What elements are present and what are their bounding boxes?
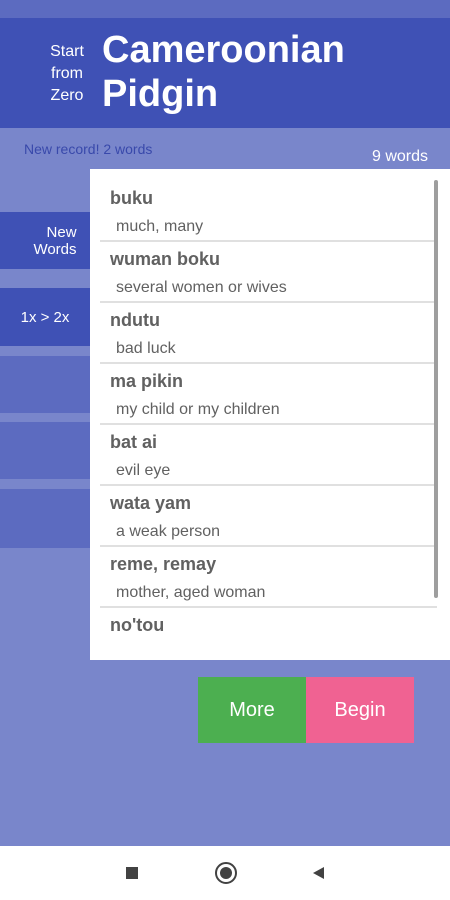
record-text: New record! 2 words [24, 141, 153, 157]
word-definition: evil eye [116, 462, 171, 479]
menu-label: Words [33, 240, 77, 258]
title-line: Cameroonian [102, 29, 345, 71]
triangle-back-icon [313, 867, 324, 879]
status-bar [0, 0, 450, 18]
more-button[interactable]: More [198, 677, 306, 743]
menu-label: New [46, 223, 77, 241]
list-item[interactable]: ndutu bad luck [100, 302, 437, 364]
navigation-bar [0, 846, 450, 900]
list-scrollbar[interactable] [434, 180, 438, 598]
menu-empty-slot[interactable] [0, 489, 90, 548]
subtitle-line: from [51, 65, 83, 82]
subtitle-line: Start [50, 43, 84, 60]
word-term: no'tou [110, 615, 165, 635]
square-icon [126, 867, 138, 879]
menu-label: 1x > 2x [20, 308, 70, 326]
word-term: wuman boku [110, 249, 221, 269]
word-term: bat ai [110, 432, 158, 452]
word-definition: a weak person [116, 523, 221, 540]
word-term: buku [110, 188, 153, 208]
list-item[interactable]: ma pikin my child or my children [100, 363, 437, 425]
page-title: Cameroonian Pidgin [102, 28, 345, 116]
list-item[interactable]: reme, remay mother, aged woman [100, 546, 437, 608]
begin-button[interactable]: Begin [306, 677, 414, 743]
header-subtitle: Start from Zero [44, 41, 90, 107]
word-term: ndutu [110, 310, 160, 330]
back-button[interactable] [288, 846, 348, 900]
word-term: reme, remay [110, 554, 217, 574]
word-definition: my child or my children [116, 401, 280, 418]
word-list[interactable]: buku much, many wuman boku several women… [90, 169, 450, 660]
word-definition: much, many [116, 218, 204, 235]
list-item[interactable]: buku much, many [100, 180, 437, 242]
word-term: ma pikin [110, 371, 184, 391]
title-line: Pidgin [102, 73, 219, 115]
circle-icon [215, 862, 237, 884]
word-definition: bad luck [116, 340, 176, 357]
word-definition: mother, aged woman [116, 584, 266, 601]
word-definition: several women or wives [116, 279, 287, 296]
new-words-button[interactable]: New Words [0, 212, 90, 269]
list-item[interactable]: bat ai evil eye [100, 424, 437, 486]
menu-empty-slot[interactable] [0, 356, 90, 413]
recents-button[interactable] [102, 846, 162, 900]
subtitle-line: Zero [50, 87, 84, 104]
repeat-mode-button[interactable]: 1x > 2x [0, 288, 90, 346]
word-term: wata yam [110, 493, 192, 513]
app-header: Start from Zero Cameroonian Pidgin [0, 18, 450, 128]
home-button[interactable] [196, 846, 256, 900]
list-item[interactable]: no'tou [100, 607, 437, 660]
word-count: 9 words [371, 148, 428, 165]
list-item[interactable]: wuman boku several women or wives [100, 241, 437, 303]
menu-empty-slot[interactable] [0, 422, 90, 479]
list-item[interactable]: wata yam a weak person [100, 485, 437, 547]
